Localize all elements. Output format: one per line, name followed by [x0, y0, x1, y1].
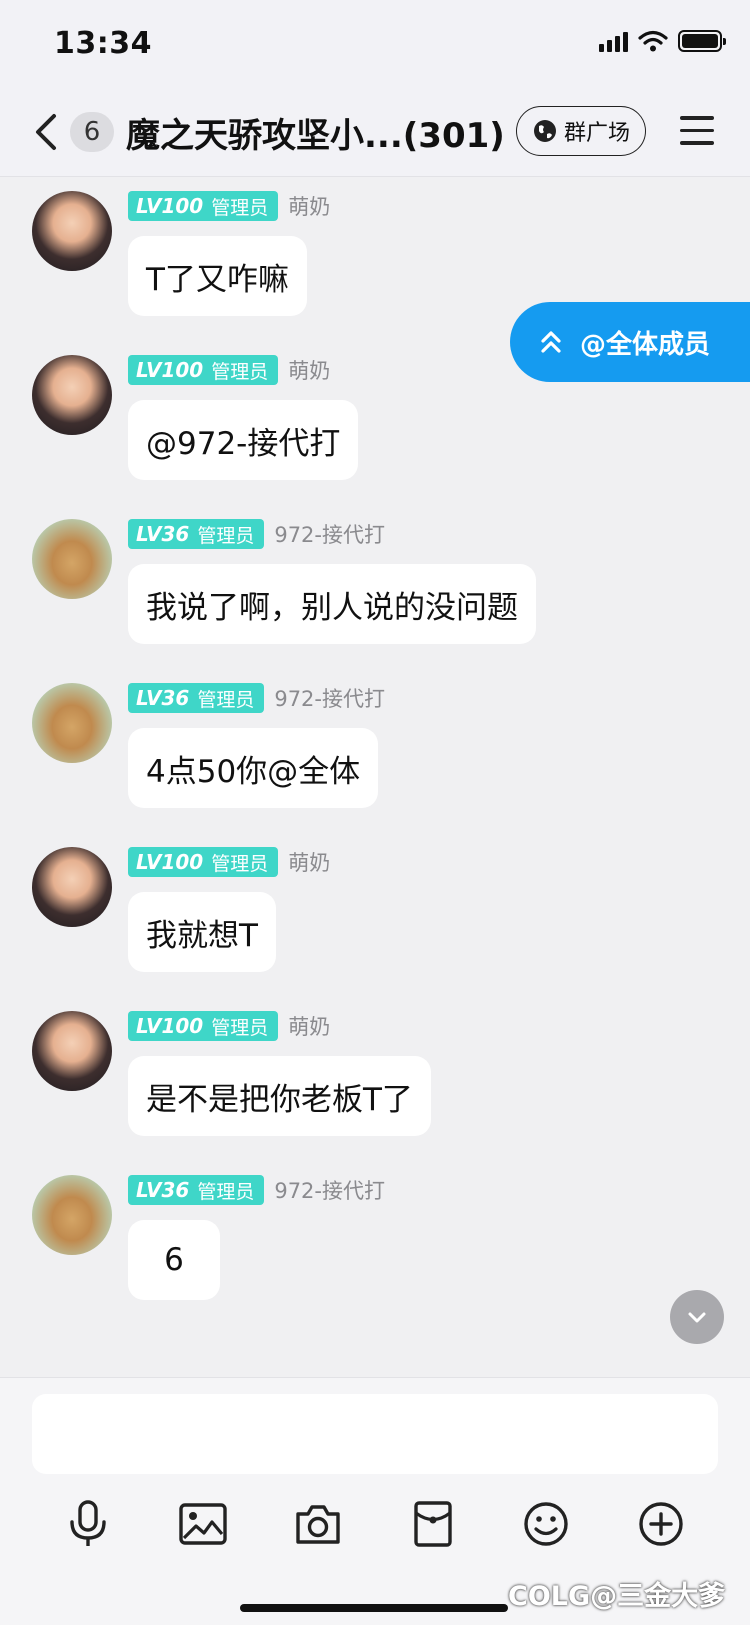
mention-all-jump-button[interactable]: @全体成员	[510, 302, 750, 382]
back-arrow-icon[interactable]	[28, 110, 68, 154]
message-meta: LV100 管理员 萌奶	[128, 1011, 330, 1041]
menu-icon[interactable]	[680, 116, 714, 146]
sender-avatar[interactable]	[32, 191, 112, 271]
role-label: 管理员	[211, 360, 269, 383]
level-value: LV36	[136, 686, 190, 710]
status-time: 13:34	[54, 26, 152, 61]
cellular-signal-icon	[599, 30, 628, 52]
red-packet-icon[interactable]	[405, 1496, 461, 1552]
camera-icon[interactable]	[290, 1496, 346, 1552]
status-icons	[599, 30, 726, 52]
chat-header: 6 魔之天骄攻坚小...(301) 群广场	[0, 88, 750, 177]
message-input[interactable]	[32, 1394, 718, 1474]
message-bubble[interactable]: 我说了啊，别人说的没问题	[128, 564, 536, 644]
message-bubble[interactable]: 6	[128, 1220, 220, 1300]
plus-icon[interactable]	[633, 1496, 689, 1552]
level-tag: LV100 管理员	[128, 847, 279, 877]
level-tag: LV36 管理员	[128, 683, 265, 713]
message-meta: LV36 管理员 972-接代打	[128, 519, 385, 549]
mention-all-label: @全体成员	[580, 329, 711, 360]
level-tag: LV36 管理员	[128, 1175, 265, 1205]
sender-name[interactable]: 萌奶	[288, 191, 330, 221]
message-bubble[interactable]: T了又咋嘛	[128, 236, 307, 316]
status-bar: 13:34	[0, 0, 750, 88]
unread-count-badge[interactable]: 6	[70, 112, 114, 152]
message-meta: LV100 管理员 萌奶	[128, 355, 330, 385]
sender-name[interactable]: 972-接代打	[274, 1175, 385, 1205]
role-label: 管理员	[211, 196, 269, 219]
message-bubble[interactable]: 是不是把你老板T了	[128, 1056, 431, 1136]
level-tag: LV100 管理员	[128, 191, 279, 221]
input-panel: COLG@三金大爹	[0, 1377, 750, 1625]
message-bubble[interactable]: @972-接代打	[128, 400, 359, 480]
microphone-icon[interactable]	[60, 1496, 116, 1552]
battery-icon	[678, 30, 726, 52]
level-value: LV100	[136, 194, 204, 218]
sender-avatar[interactable]	[32, 519, 112, 599]
chevron-down-icon	[688, 1312, 706, 1323]
group-plaza-label: 群广场	[563, 121, 630, 146]
sender-avatar[interactable]	[32, 1175, 112, 1255]
image-icon[interactable]	[175, 1496, 231, 1552]
group-plaza-button[interactable]: 群广场	[516, 106, 646, 156]
sender-avatar[interactable]	[32, 1011, 112, 1091]
role-label: 管理员	[197, 688, 255, 711]
role-label: 管理员	[197, 524, 255, 547]
double-chevron-up-icon	[541, 331, 561, 353]
input-toolbar	[0, 1496, 750, 1566]
globe-icon	[533, 120, 556, 142]
home-indicator[interactable]	[240, 1604, 508, 1612]
message-meta: LV100 管理员 萌奶	[128, 847, 330, 877]
role-label: 管理员	[197, 1180, 255, 1203]
role-label: 管理员	[211, 1016, 269, 1039]
sender-name[interactable]: 972-接代打	[274, 683, 385, 713]
role-label: 管理员	[211, 852, 269, 875]
sender-avatar[interactable]	[32, 847, 112, 927]
chat-title[interactable]: 魔之天骄攻坚小...(301)	[126, 108, 505, 157]
message-bubble[interactable]: 4点50你@全体	[128, 728, 379, 808]
level-value: LV100	[136, 358, 204, 382]
scroll-to-bottom-button[interactable]	[670, 1290, 724, 1344]
watermark: COLG@三金大爹	[508, 1581, 726, 1612]
sender-avatar[interactable]	[32, 355, 112, 435]
message-bubble[interactable]: 我就想T	[128, 892, 276, 972]
message-meta: LV36 管理员 972-接代打	[128, 1175, 385, 1205]
sender-name[interactable]: 萌奶	[288, 1011, 330, 1041]
level-tag: LV100 管理员	[128, 355, 279, 385]
level-value: LV36	[136, 522, 190, 546]
level-tag: LV100 管理员	[128, 1011, 279, 1041]
message-meta: LV36 管理员 972-接代打	[128, 683, 385, 713]
emoji-icon[interactable]	[518, 1496, 574, 1552]
wifi-icon	[638, 30, 668, 52]
sender-name[interactable]: 萌奶	[288, 355, 330, 385]
level-value: LV100	[136, 1014, 204, 1038]
sender-name[interactable]: 972-接代打	[274, 519, 385, 549]
message-meta: LV100 管理员 萌奶	[128, 191, 330, 221]
level-tag: LV36 管理员	[128, 519, 265, 549]
sender-avatar[interactable]	[32, 683, 112, 763]
sender-name[interactable]: 萌奶	[288, 847, 330, 877]
level-value: LV36	[136, 1178, 190, 1202]
level-value: LV100	[136, 850, 204, 874]
